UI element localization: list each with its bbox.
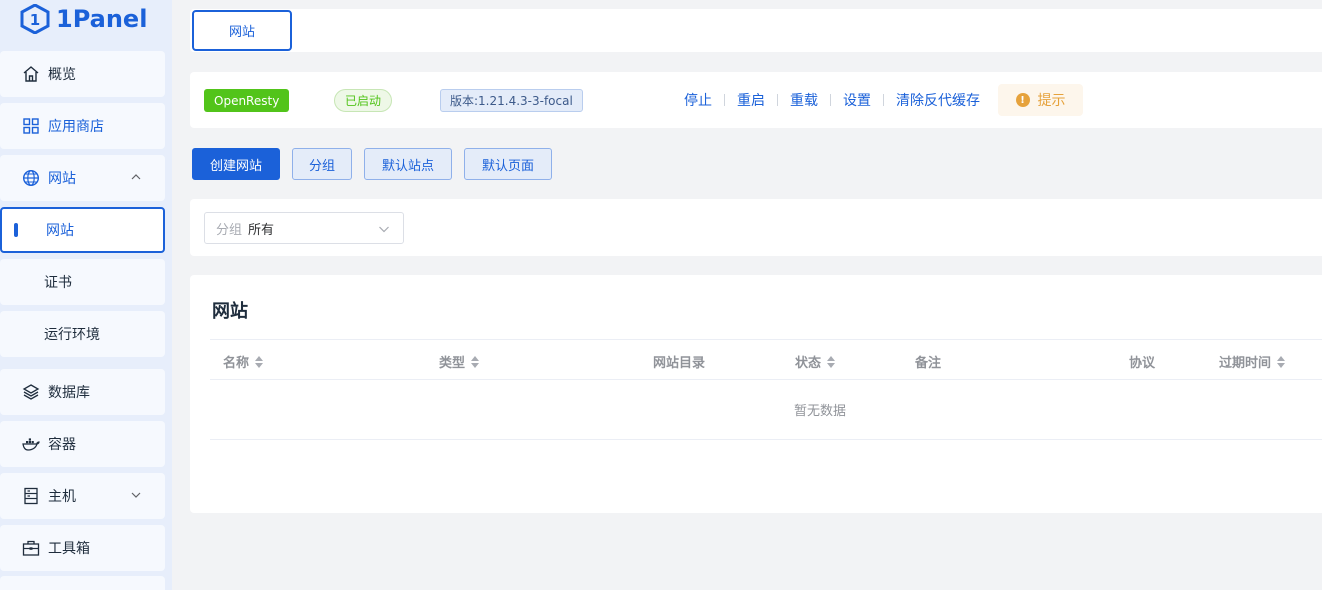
column-header-site-dir: 网站目录 [653, 352, 705, 371]
tip-label: 提示 [1037, 93, 1066, 109]
sort-icon[interactable] [255, 355, 264, 368]
sidebar-item-label: 网站 [48, 171, 76, 187]
group-select-value: 所有 [248, 222, 275, 238]
chevron-down-icon [377, 222, 391, 236]
sidebar-item-overview[interactable]: 概览 [0, 51, 165, 97]
column-label: 类型 [439, 356, 466, 371]
tab-bar: 网站 [190, 9, 1322, 52]
app-logo[interactable]: 1 1Panel [20, 2, 147, 36]
default-page-button[interactable]: 默认页面 [464, 148, 552, 180]
default-site-button[interactable]: 默认站点 [364, 148, 452, 180]
home-icon [22, 65, 40, 83]
column-label: 协议 [1129, 356, 1156, 371]
logo-icon: 1 [20, 4, 50, 34]
sidebar: 1 1Panel 概览 应用商店 网站 网站 证书 运行环境 数据库 容器 主机… [0, 0, 172, 590]
sidebar-item-toolbox[interactable]: 工具箱 [0, 525, 165, 571]
column-header-name[interactable]: 名称 [223, 352, 264, 371]
divider [883, 94, 884, 106]
sort-icon[interactable] [827, 355, 836, 368]
create-website-button[interactable]: 创建网站 [192, 148, 280, 180]
group-select[interactable]: 分组 所有 [204, 212, 404, 244]
stop-button[interactable]: 停止 [684, 90, 712, 110]
warning-icon: ! [1015, 93, 1030, 107]
docker-icon [22, 435, 40, 453]
website-table-card: 网站 名称 类型 网站目录 状态 备注 协议 过期时间 暂无数据 [190, 275, 1322, 513]
column-label: 过期时间 [1219, 356, 1272, 371]
settings-button[interactable]: 设置 [843, 90, 871, 110]
svg-text:1: 1 [30, 11, 40, 29]
server-icon [22, 487, 40, 505]
tab-website[interactable]: 网站 [192, 10, 292, 51]
app-status-bar: OpenResty 已启动 版本:1.21.4.3-3-focal 停止 重启 … [190, 72, 1322, 128]
divider [777, 94, 778, 106]
sort-icon[interactable] [1277, 355, 1286, 368]
restart-button[interactable]: 重启 [737, 90, 765, 110]
sidebar-item-label: 应用商店 [48, 119, 104, 135]
table-empty-state: 暂无数据 [210, 380, 1322, 440]
status-badge: 已启动 [334, 89, 393, 112]
empty-text: 暂无数据 [793, 404, 846, 419]
column-header-status[interactable]: 状态 [795, 352, 836, 371]
sidebar-item-label: 概览 [48, 67, 76, 83]
column-label: 备注 [915, 356, 942, 371]
toolbox-icon [22, 539, 40, 557]
sidebar-item-label: 证书 [44, 275, 72, 291]
sidebar-item-host[interactable]: 主机 [0, 473, 165, 519]
sidebar-item-label: 容器 [48, 437, 76, 453]
clear-proxy-cache-button[interactable]: 清除反代缓存 [896, 90, 980, 110]
table-header: 名称 类型 网站目录 状态 备注 协议 过期时间 [210, 339, 1322, 380]
grid-icon [22, 117, 40, 135]
reload-button[interactable]: 重载 [790, 90, 818, 110]
sidebar-item-database[interactable]: 数据库 [0, 369, 165, 415]
filter-bar: 分组 所有 [190, 199, 1322, 256]
column-header-protocol: 协议 [1129, 352, 1155, 371]
version-tag: 版本:1.21.4.3-3-focal [440, 89, 583, 112]
sidebar-item-label: 运行环境 [44, 327, 100, 343]
column-label: 名称 [223, 356, 250, 371]
globe-icon [22, 169, 40, 187]
sidebar-item-label: 工具箱 [48, 541, 90, 557]
divider [724, 94, 725, 106]
divider [830, 94, 831, 106]
sidebar-item-website-group[interactable]: 网站 [0, 155, 165, 201]
sidebar-item-label: 主机 [48, 489, 76, 505]
sidebar-item-container[interactable]: 容器 [0, 421, 165, 467]
app-name-tag: OpenResty [204, 89, 290, 112]
active-indicator [14, 223, 18, 237]
table-title: 网站 [212, 301, 248, 322]
sort-icon[interactable] [471, 355, 480, 368]
sidebar-item-website[interactable]: 网站 [0, 207, 165, 253]
chevron-up-icon [129, 170, 143, 184]
sidebar-item-app-store[interactable]: 应用商店 [0, 103, 165, 149]
app-actions: 停止 重启 重载 设置 清除反代缓存 [684, 90, 980, 110]
column-label: 网站目录 [653, 356, 706, 371]
tip-button[interactable]: ! 提示 [998, 84, 1083, 116]
group-button[interactable]: 分组 [292, 148, 352, 180]
sidebar-item-partial [0, 576, 165, 590]
chevron-down-icon [129, 488, 143, 502]
column-header-remark: 备注 [915, 352, 941, 371]
sidebar-item-label: 网站 [46, 223, 74, 239]
sidebar-item-runtime[interactable]: 运行环境 [0, 311, 165, 357]
logo-text: 1Panel [56, 5, 148, 33]
column-header-type[interactable]: 类型 [439, 352, 480, 371]
group-select-prefix: 分组 [216, 222, 243, 238]
column-header-expiry[interactable]: 过期时间 [1219, 352, 1286, 371]
sidebar-item-label: 数据库 [48, 385, 90, 401]
column-label: 状态 [795, 356, 822, 371]
sidebar-item-certificate[interactable]: 证书 [0, 259, 165, 305]
layers-icon [22, 383, 40, 401]
